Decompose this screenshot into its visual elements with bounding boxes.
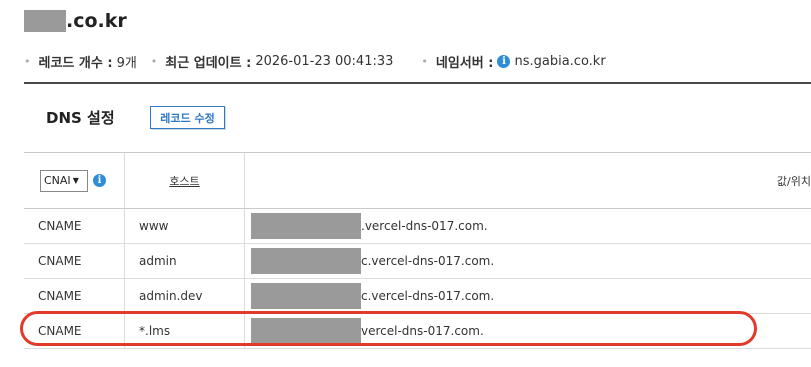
record-value-text: .vercel-dns-017.com.: [361, 219, 488, 233]
dns-records-table: CNAI ▼ i 호스트 값/위치 CNAME www .vercel-dns-…: [24, 152, 811, 349]
value-redaction: [251, 213, 361, 239]
value-redaction: [251, 248, 361, 274]
record-host-cell: admin.dev: [124, 279, 244, 313]
host-column-header[interactable]: 호스트: [169, 173, 199, 189]
record-count-value: 9개: [116, 55, 137, 71]
table-row[interactable]: CNAME admin.dev c.vercel-dns-017.com.: [24, 279, 811, 314]
record-value-text: vercel-dns-017.com.: [361, 324, 484, 338]
record-type-cell: CNAME: [38, 289, 82, 303]
domain-suffix: .co.kr: [66, 10, 127, 32]
nameserver: • 네임서버 : i ns.gabia.co.kr: [421, 52, 605, 71]
record-count-label: 레코드 개수 :: [38, 55, 113, 71]
section-divider: [24, 82, 811, 84]
value-redaction: [251, 318, 361, 344]
bullet-icon: •: [421, 54, 428, 68]
record-value-cell: .vercel-dns-017.com.: [244, 209, 811, 243]
record-value-text: c.vercel-dns-017.com.: [361, 254, 495, 268]
bullet-icon: •: [24, 54, 31, 68]
record-value-cell: c.vercel-dns-017.com.: [244, 244, 811, 278]
info-icon[interactable]: i: [497, 54, 511, 68]
last-updated-label: 최근 업데이트 :: [165, 55, 252, 71]
bullet-icon: •: [150, 54, 158, 68]
nameserver-label: 네임서버 :: [435, 55, 494, 71]
record-host-cell: *.lms: [124, 314, 244, 348]
host-header-cell: 호스트: [124, 153, 244, 208]
value-header-cell: 값/위치: [244, 153, 811, 208]
nameserver-value: ns.gabia.co.kr: [514, 53, 606, 69]
record-type-cell: CNAME: [38, 219, 82, 233]
record-type-cell: CNAME: [38, 324, 82, 338]
table-row[interactable]: CNAME www .vercel-dns-017.com.: [24, 209, 811, 244]
domain-redaction: [24, 10, 66, 32]
record-value-cell: c.vercel-dns-017.com.: [244, 279, 811, 313]
domain-title: .co.kr: [24, 8, 127, 34]
record-host-cell: www: [124, 209, 244, 243]
edit-records-button[interactable]: 레코드 수정: [150, 106, 225, 129]
value-redaction: [251, 283, 361, 309]
last-updated-value: 2026-01-23 00:41:33: [255, 53, 394, 69]
record-count: • 레코드 개수 : 9개: [24, 52, 137, 71]
dns-settings-title: DNS 설정: [46, 109, 115, 127]
record-type-cell: CNAME: [38, 254, 82, 268]
table-row[interactable]: CNAME *.lms vercel-dns-017.com.: [24, 314, 811, 349]
record-type-select[interactable]: CNAI ▼: [40, 169, 88, 192]
domain-meta-row: • 레코드 개수 : 9개 • 최근 업데이트 : 2026-01-23 00:…: [24, 52, 606, 71]
value-column-header: 값/위치: [776, 174, 811, 188]
record-host-cell: admin: [124, 244, 244, 278]
type-header-cell: CNAI ▼ i: [24, 153, 124, 208]
record-value-text: c.vercel-dns-017.com.: [361, 289, 495, 303]
info-icon[interactable]: i: [93, 174, 106, 187]
last-updated: • 최근 업데이트 : 2026-01-23 00:41:33: [151, 52, 394, 71]
table-header: CNAI ▼ i 호스트 값/위치: [24, 152, 811, 209]
table-row[interactable]: CNAME admin c.vercel-dns-017.com.: [24, 244, 811, 279]
record-value-cell: vercel-dns-017.com.: [244, 314, 811, 348]
record-type-select-value: CNAI: [44, 174, 71, 187]
chevron-down-icon: ▼: [72, 176, 79, 185]
